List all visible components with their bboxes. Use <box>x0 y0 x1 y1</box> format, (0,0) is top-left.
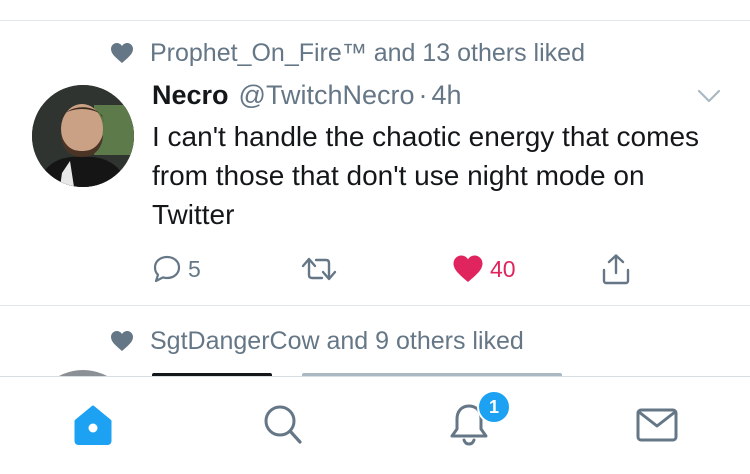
share-button[interactable] <box>600 252 632 286</box>
author-name[interactable]: Necro <box>152 80 229 111</box>
heart-icon <box>111 43 133 63</box>
like-count: 40 <box>490 255 516 282</box>
avatar[interactable] <box>32 85 134 187</box>
retweet-button[interactable] <box>300 252 338 286</box>
share-icon <box>602 254 630 285</box>
reply-count: 5 <box>188 255 201 282</box>
tweet-text: I can't handle the chaotic energy that c… <box>152 121 700 230</box>
social-context[interactable]: Prophet_On_Fire™ and 13 others liked <box>110 38 585 68</box>
reply-button[interactable]: 5 <box>152 252 201 286</box>
home-icon <box>74 405 112 445</box>
social-context-next[interactable]: SgtDangerCow and 9 others liked <box>110 326 524 356</box>
social-context-text: Prophet_On_Fire™ and 13 others liked <box>150 38 585 67</box>
chevron-down-icon[interactable] <box>697 88 721 104</box>
heart-filled-icon <box>453 255 483 282</box>
tab-home[interactable] <box>68 399 118 449</box>
like-button[interactable]: 40 <box>452 252 516 286</box>
search-icon <box>264 405 302 444</box>
heart-icon <box>111 331 133 351</box>
top-divider <box>0 20 750 21</box>
tab-bar <box>0 376 750 474</box>
tab-messages[interactable] <box>632 399 682 449</box>
tab-search[interactable] <box>258 399 308 449</box>
reply-icon <box>153 255 181 283</box>
tweet-divider <box>0 305 750 306</box>
retweet-icon <box>301 257 337 281</box>
author-handle[interactable]: @TwitchNecro <box>239 80 415 111</box>
mail-icon <box>636 408 678 442</box>
avatar-image <box>32 85 134 187</box>
tweet-header: Necro @TwitchNecro · 4h <box>152 80 462 114</box>
separator-dot: · <box>418 80 428 110</box>
notification-badge: 1 <box>477 390 511 424</box>
timestamp: 4h <box>431 80 462 110</box>
social-context-text: SgtDangerCow and 9 others liked <box>150 326 524 355</box>
